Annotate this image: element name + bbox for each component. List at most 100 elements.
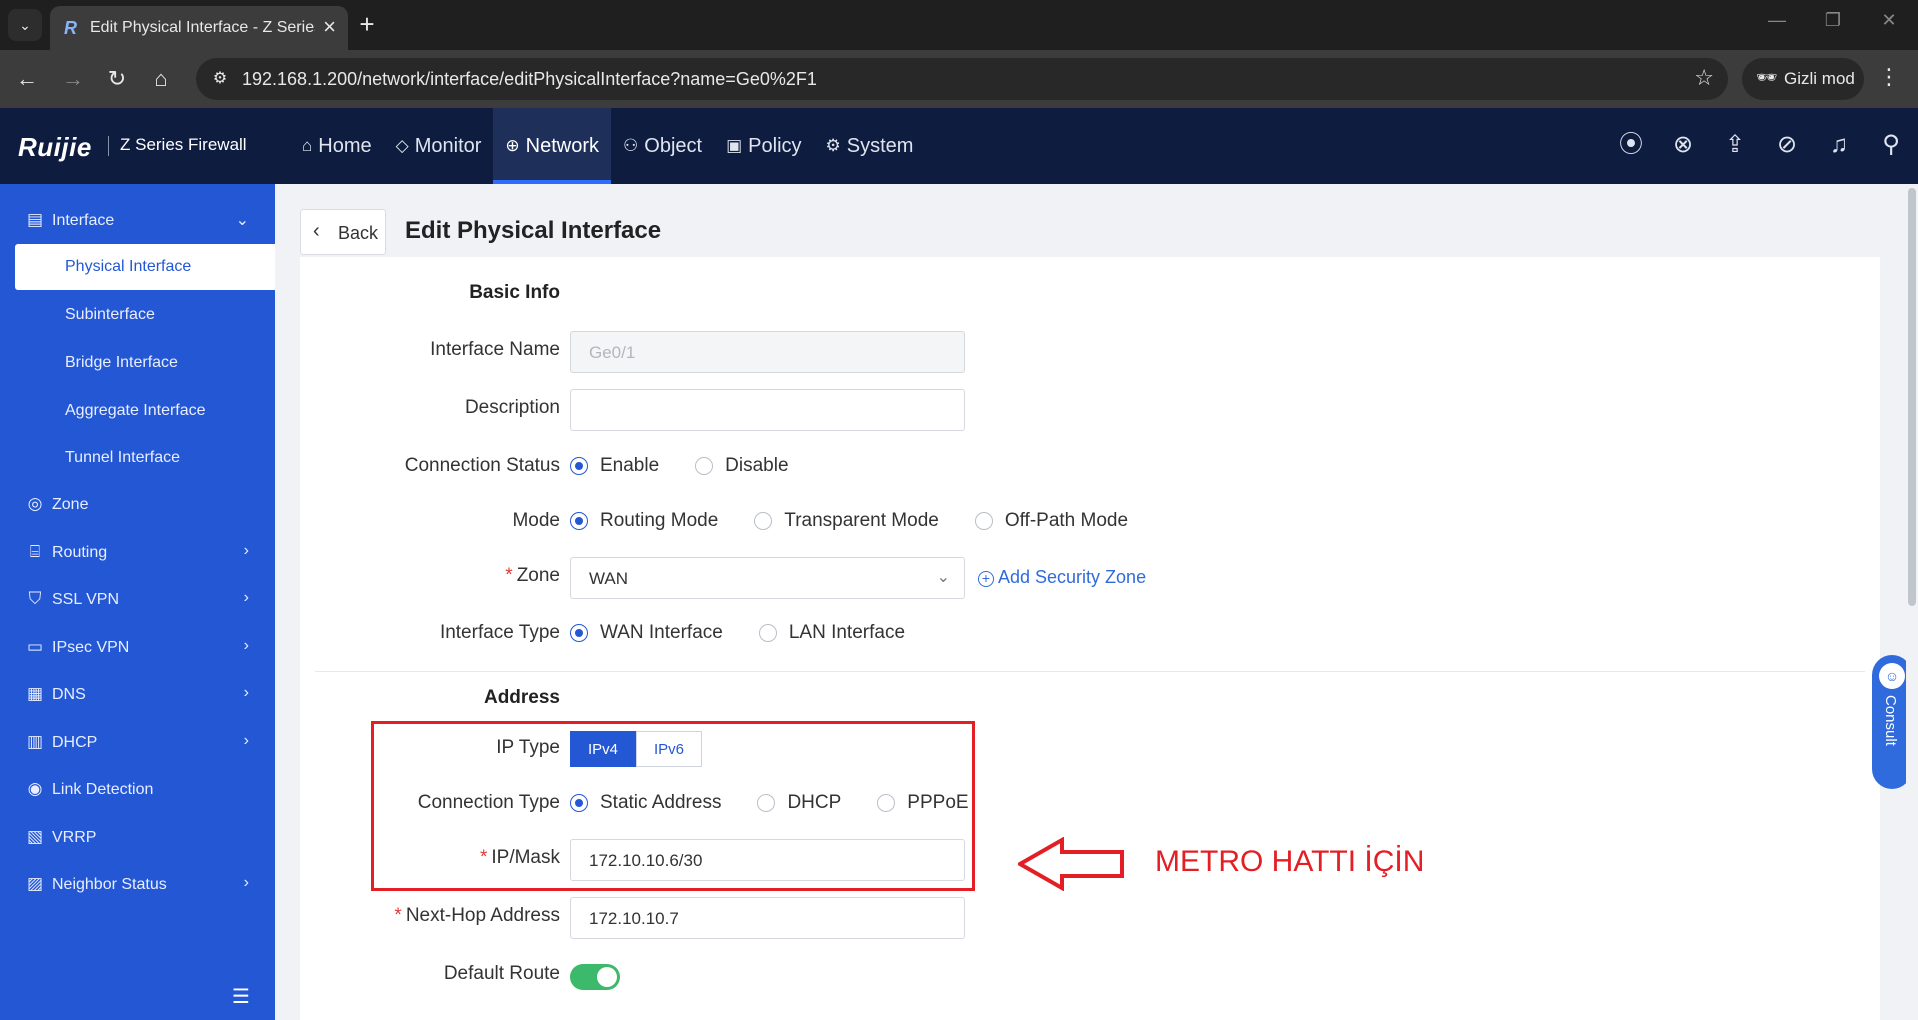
headset-icon[interactable]: ♫ <box>1824 128 1854 162</box>
radio-unselected-icon <box>758 624 777 642</box>
sidebar-item-label: Subinterface <box>65 306 155 323</box>
next-hop-label: * Next-Hop Address <box>300 905 560 927</box>
sidebar-item-label: DNS <box>52 686 86 703</box>
sidebar-item-dhcp[interactable]: ▥ DHCP › <box>0 720 275 766</box>
zone-label: * Zone <box>300 565 560 587</box>
chatbot-icon: ☺ <box>1879 663 1905 689</box>
zone-value: WAN <box>589 569 629 588</box>
back-arrow-icon[interactable]: ← <box>10 62 44 96</box>
interface-icon: ▤ <box>26 210 44 229</box>
reload-icon[interactable]: ↻ <box>100 62 134 96</box>
address-bar[interactable]: ⚙ 192.168.1.200/network/interface/editPh… <box>196 58 1728 100</box>
forward-arrow-icon[interactable]: → <box>56 62 90 96</box>
dhcp-icon: ▥ <box>26 732 44 751</box>
address-title: Address <box>483 687 560 708</box>
radio-enable[interactable]: Enable <box>570 455 659 477</box>
sidebar-item-aggregate-interface[interactable]: Aggregate Interface <box>0 388 275 434</box>
browser-menu-icon[interactable]: ⋮ <box>1878 64 1900 90</box>
nav-network[interactable]: ⊕ Network <box>493 108 612 184</box>
nav-system[interactable]: ⚙ System <box>814 108 926 184</box>
sidebar-item-tunnel-interface[interactable]: Tunnel Interface <box>0 435 275 481</box>
tab-search-icon[interactable]: ⌄ <box>8 9 42 41</box>
radio-lan-interface[interactable]: LAN Interface <box>758 622 905 644</box>
home-icon: ⌂ <box>302 136 313 155</box>
next-hop-value: 172.10.10.7 <box>589 909 679 928</box>
home-page-icon[interactable]: ⌂ <box>144 62 178 96</box>
sidebar-item-zone[interactable]: ◎ Zone <box>0 482 275 528</box>
ssl-icon: ⛉ <box>28 589 42 608</box>
new-tab-icon[interactable]: + <box>352 10 382 40</box>
scrollbar[interactable] <box>1906 184 1918 1020</box>
sidebar-item-interface[interactable]: ▤ Interface ⌄ <box>0 198 275 244</box>
chevron-down-icon: ⌄ <box>936 569 950 586</box>
form-card: Basic Info Interface Name Ge0/1 Descript… <box>300 257 1880 1020</box>
radio-selected-icon <box>570 624 588 642</box>
tab-close-icon[interactable]: × <box>323 14 336 40</box>
zone-select[interactable]: WAN ⌄ <box>570 557 965 599</box>
ruijie-logo: Ruijie <box>18 132 92 162</box>
logo-divider <box>108 136 109 156</box>
dns-icon: ▦ <box>26 684 44 703</box>
interface-type-label: Interface Type <box>439 622 560 643</box>
description-input[interactable] <box>570 389 965 431</box>
highlight-box <box>371 721 975 891</box>
next-hop-input[interactable]: 172.10.10.7 <box>570 897 965 939</box>
radio-wan-interface[interactable]: WAN Interface <box>570 622 723 644</box>
minimize-icon[interactable]: — <box>1762 10 1792 31</box>
radio-routing-mode-label: Routing Mode <box>600 510 719 531</box>
sidebar-item-label: IPsec VPN <box>52 639 130 656</box>
radio-unselected-icon <box>754 512 773 530</box>
sidebar-item-label: Zone <box>52 496 89 513</box>
lifebuoy-icon[interactable]: ⊗ <box>1668 128 1698 162</box>
radio-disable[interactable]: Disable <box>695 455 789 477</box>
add-security-zone-link[interactable]: + Add Security Zone <box>978 567 1146 588</box>
browser-tab[interactable]: R Edit Physical Interface - Z Series × <box>50 6 348 50</box>
chevron-right-icon: › <box>243 542 249 559</box>
routing-icon: ⌸ <box>29 542 41 561</box>
gear-icon: ⚙ <box>825 136 841 155</box>
link-detection-icon: ◉ <box>27 779 43 798</box>
url-text[interactable]: 192.168.1.200/network/interface/editPhys… <box>242 69 817 90</box>
required-mark: * <box>394 905 402 926</box>
nav-monitor[interactable]: ◇ Monitor <box>384 108 494 184</box>
sidebar-item-link-detection[interactable]: ◉ Link Detection <box>0 767 275 813</box>
sidebar-item-ssl-vpn[interactable]: ⛉ SSL VPN › <box>0 577 275 623</box>
sidebar-item-dns[interactable]: ▦ DNS › <box>0 672 275 718</box>
annotation-text: METRO HATTI İÇİN <box>1155 845 1425 878</box>
nav-object[interactable]: ⚇ Object <box>611 108 714 184</box>
sidebar-item-physical-interface[interactable]: Physical Interface <box>15 244 275 290</box>
radio-unselected-icon <box>974 512 993 530</box>
collapse-sidebar-icon[interactable]: ☰ <box>232 984 250 1009</box>
compass-icon[interactable]: ⊘ <box>1772 128 1802 162</box>
sidebar-item-subinterface[interactable]: Subinterface <box>0 292 275 338</box>
sidebar-item-label: Aggregate Interface <box>65 402 206 419</box>
sidebar-item-neighbor-status[interactable]: ▨ Neighbor Status › <box>0 862 275 908</box>
mode-label: Mode <box>512 510 560 531</box>
incognito-badge[interactable]: 🕶 Gizli mod <box>1742 58 1864 100</box>
shield-icon: ◇ <box>395 136 409 155</box>
default-route-toggle[interactable] <box>570 964 620 990</box>
radio-enable-label: Enable <box>600 455 660 476</box>
mode-radio-group: Routing Mode Transparent Mode Off-Path M… <box>570 510 1128 532</box>
back-label: Back <box>338 223 379 243</box>
upload-icon[interactable]: ⇪ <box>1720 128 1750 162</box>
incognito-label: Gizli mod <box>1784 69 1855 88</box>
window-close-icon[interactable]: ✕ <box>1874 10 1904 31</box>
site-info-icon[interactable]: ⚙ <box>208 67 232 91</box>
back-button[interactable]: ‹ Back <box>300 209 386 255</box>
bookmark-star-icon[interactable]: ☆ <box>1694 65 1714 91</box>
restore-icon[interactable]: ❐ <box>1818 10 1848 31</box>
sidebar-item-vrrp[interactable]: ▧ VRRP <box>0 815 275 861</box>
nav-home[interactable]: ⌂ Home <box>290 108 384 184</box>
sidebar-item-routing[interactable]: ⌸ Routing › <box>0 530 275 576</box>
radio-transparent-mode[interactable]: Transparent Mode <box>754 510 939 532</box>
nav-policy[interactable]: ▣ Policy <box>714 108 813 184</box>
sidebar-item-label: Bridge Interface <box>65 354 178 371</box>
scrollbar-thumb[interactable] <box>1908 188 1916 606</box>
account-icon[interactable]: ⚲ <box>1876 128 1906 162</box>
broadcast-icon[interactable]: ⦿ <box>1616 128 1646 162</box>
sidebar-item-bridge-interface[interactable]: Bridge Interface <box>0 340 275 386</box>
radio-routing-mode[interactable]: Routing Mode <box>570 510 718 532</box>
radio-off-path-mode[interactable]: Off-Path Mode <box>974 510 1128 532</box>
sidebar-item-ipsec-vpn[interactable]: ▭ IPsec VPN › <box>0 625 275 671</box>
